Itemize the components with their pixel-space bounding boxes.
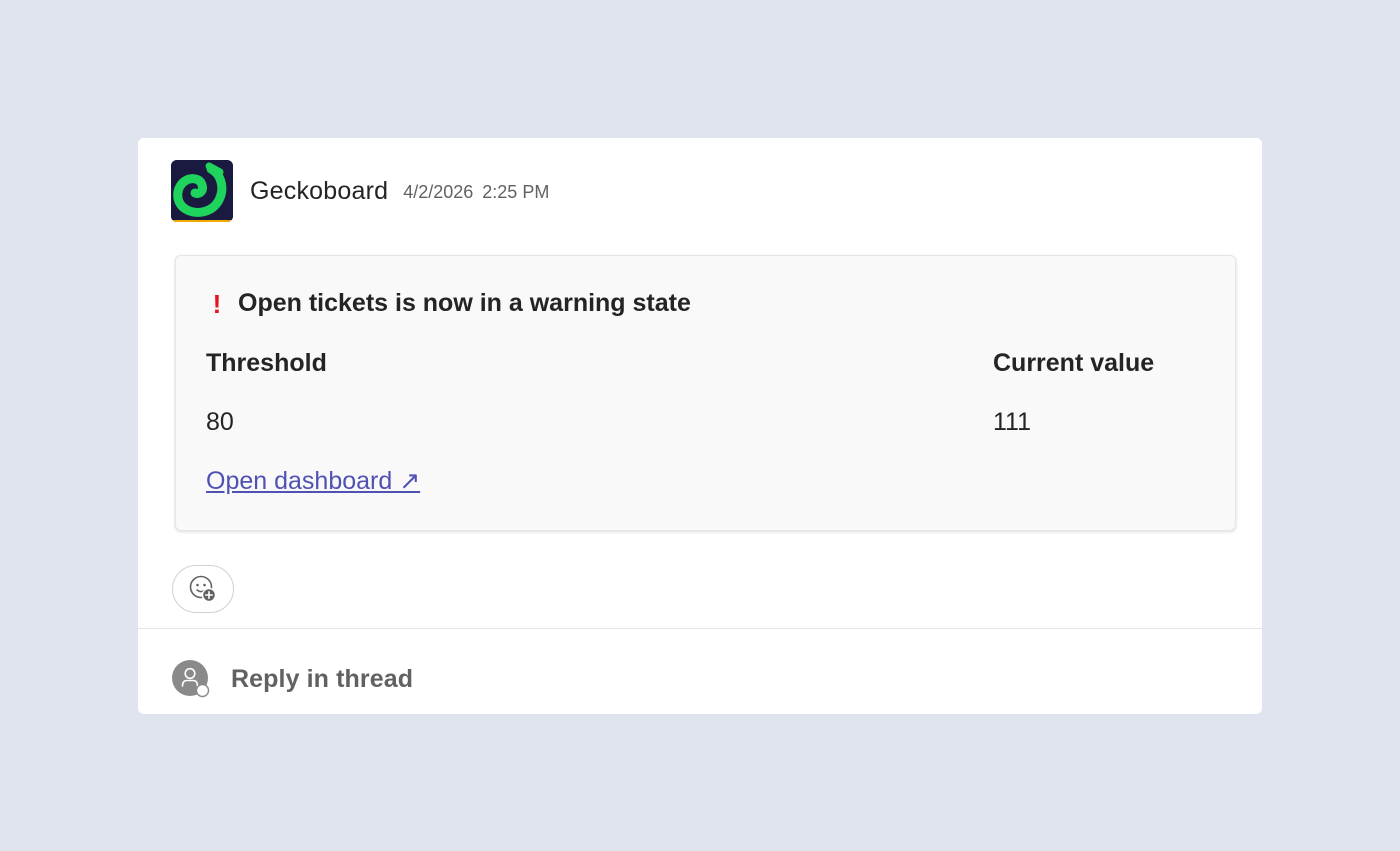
message-card: Geckoboard 4/2/2026 2:25 PM ! Open ticket… — [138, 138, 1262, 714]
alert-card: ! Open tickets is now in a warning state… — [175, 255, 1236, 531]
message-time: 2:25 PM — [482, 182, 550, 202]
geckoboard-logo-icon[interactable] — [171, 160, 233, 222]
user-avatar-icon — [172, 660, 210, 698]
reply-divider — [138, 628, 1262, 629]
threshold-label: Threshold — [206, 349, 327, 377]
reply-in-thread-label: Reply in thread — [231, 664, 414, 693]
current-value-label: Current value — [993, 349, 1155, 377]
message-header: Geckoboard 4/2/2026 2:25 PM — [171, 160, 549, 222]
message-timestamp: 4/2/2026 2:25 PM — [403, 182, 549, 203]
current-value: 111 — [993, 408, 1032, 436]
add-reaction-button[interactable] — [172, 565, 234, 613]
add-reaction-icon — [189, 575, 217, 603]
alert-title-text: Open tickets is now in a warning state — [238, 289, 691, 317]
sender-name[interactable]: Geckoboard — [250, 177, 388, 206]
threshold-value: 80 — [206, 408, 234, 436]
exclamation-icon: ! — [212, 288, 222, 319]
open-dashboard-link[interactable]: Open dashboard ↗ — [206, 466, 420, 496]
reply-in-thread[interactable]: Reply in thread — [172, 660, 413, 698]
alert-title: ! Open tickets is now in a warning state — [206, 289, 691, 318]
message-date: 4/2/2026 — [403, 182, 474, 202]
